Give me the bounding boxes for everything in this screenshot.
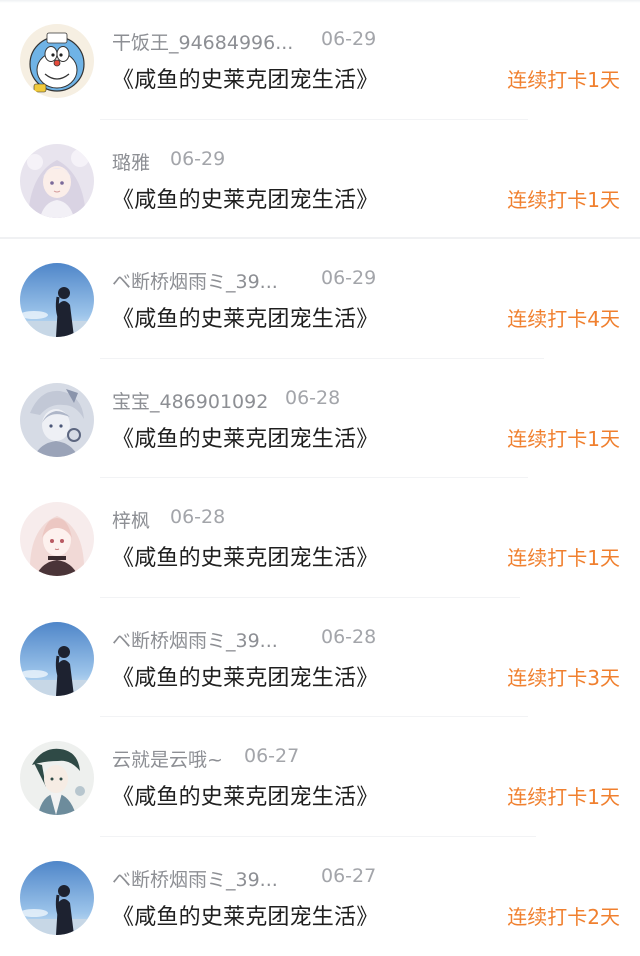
streak-badge: 连续打卡1天 [507,184,620,213]
book-title[interactable]: 《咸鱼的史莱克团宠生活》 [112,899,378,931]
checkin-date: 06-29 [321,267,376,289]
checkin-date: 06-29 [170,148,225,170]
doraemon-avatar-icon [20,24,94,98]
book-title[interactable]: 《咸鱼的史莱克团宠生活》 [112,301,378,333]
anime-girl-avatar-icon [20,144,94,218]
feed-item[interactable]: 云就是云哦~ 06-27 《咸鱼的史莱克团宠生活》 连续打卡1天 [0,717,640,837]
item-meta: ベ断桥烟雨ミ_39... 06-28 [112,626,492,654]
avatar[interactable] [20,144,94,218]
item-meta: ベ断桥烟雨ミ_39... 06-29 [112,267,492,295]
streak-badge: 连续打卡1天 [507,64,620,93]
book-title[interactable]: 《咸鱼的史莱克团宠生活》 [112,62,378,94]
avatar[interactable] [20,383,94,457]
item-meta: 璐雅 06-29 [112,148,492,176]
avatar[interactable] [20,861,94,935]
avatar[interactable] [20,24,94,98]
sky-silhouette-avatar-icon [20,861,94,935]
feed-item[interactable]: ベ断桥烟雨ミ_39... 06-28 《咸鱼的史莱克团宠生活》 连续打卡3天 [0,598,640,718]
feed-item[interactable]: ベ断桥烟雨ミ_39... 06-27 《咸鱼的史莱克团宠生活》 连续打卡2天 [0,837,640,956]
item-meta: 梓枫 06-28 [112,506,492,534]
username[interactable]: 云就是云哦~ [112,745,223,772]
checkin-date: 06-28 [170,506,225,528]
streak-badge: 连续打卡1天 [507,423,620,452]
book-title[interactable]: 《咸鱼的史莱克团宠生活》 [112,540,378,572]
username[interactable]: 璐雅 [112,148,150,175]
book-title[interactable]: 《咸鱼的史莱克团宠生活》 [112,779,378,811]
username[interactable]: ベ断桥烟雨ミ_39... [112,626,278,653]
item-meta: 干饭王_94684996... 06-29 [112,28,492,56]
feed-item[interactable]: 宝宝_486901092 06-28 《咸鱼的史莱克团宠生活》 连续打卡1天 [0,359,640,479]
anime-girl-pink-avatar-icon [20,502,94,576]
feed-item[interactable]: ベ断桥烟雨ミ_39... 06-29 《咸鱼的史莱克团宠生活》 连续打卡4天 [0,239,640,359]
anime-boy-avatar-icon [20,383,94,457]
streak-badge: 连续打卡2天 [507,901,620,930]
feed-item[interactable]: 干饭王_94684996... 06-29 《咸鱼的史莱克团宠生活》 连续打卡1… [0,0,640,120]
streak-badge: 连续打卡1天 [507,542,620,571]
username[interactable]: 梓枫 [112,506,150,533]
item-meta: 宝宝_486901092 06-28 [112,387,492,415]
avatar[interactable] [20,741,94,815]
item-meta: ベ断桥烟雨ミ_39... 06-27 [112,865,492,893]
avatar[interactable] [20,502,94,576]
checkin-feed: 干饭王_94684996... 06-29 《咸鱼的史莱克团宠生活》 连续打卡1… [0,0,640,956]
book-title[interactable]: 《咸鱼的史莱克团宠生活》 [112,660,378,692]
feed-item[interactable]: 璐雅 06-29 《咸鱼的史莱克团宠生活》 连续打卡1天 [0,120,640,240]
item-meta: 云就是云哦~ 06-27 [112,745,492,773]
checkin-date: 06-28 [321,626,376,648]
book-title[interactable]: 《咸鱼的史莱克团宠生活》 [112,421,378,453]
username[interactable]: ベ断桥烟雨ミ_39... [112,267,278,294]
streak-badge: 连续打卡3天 [507,662,620,691]
avatar[interactable] [20,263,94,337]
sky-silhouette-avatar-icon [20,622,94,696]
avatar[interactable] [20,622,94,696]
username[interactable]: 宝宝_486901092 [112,387,268,414]
feed-item[interactable]: 梓枫 06-28 《咸鱼的史莱克团宠生活》 连续打卡1天 [0,478,640,598]
streak-badge: 连续打卡1天 [507,781,620,810]
checkin-date: 06-27 [244,745,299,767]
book-title[interactable]: 《咸鱼的史莱克团宠生活》 [112,182,378,214]
checkin-date: 06-29 [321,28,376,50]
checkin-date: 06-28 [285,387,340,409]
username[interactable]: 干饭王_94684996... [112,28,293,55]
streak-badge: 连续打卡4天 [507,303,620,332]
sky-silhouette-avatar-icon [20,263,94,337]
anime-character-avatar-icon [20,741,94,815]
username[interactable]: ベ断桥烟雨ミ_39... [112,865,278,892]
checkin-date: 06-27 [321,865,376,887]
